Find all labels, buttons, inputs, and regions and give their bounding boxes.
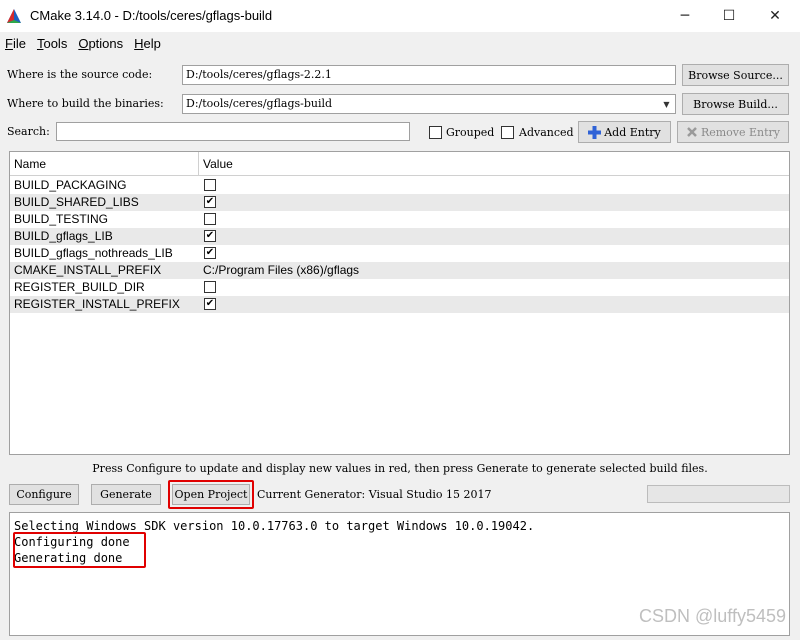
table-row[interactable]: BUILD_TESTING <box>10 211 789 228</box>
browse-source-button[interactable]: Browse Source... <box>682 64 789 86</box>
search-input[interactable] <box>56 122 410 141</box>
menu-help[interactable]: Help <box>129 36 167 51</box>
remove-entry-label: Remove Entry <box>700 125 781 139</box>
add-entry-label: Add Entry <box>604 125 661 139</box>
close-button[interactable]: ✕ <box>752 0 798 32</box>
minimize-icon: ─ <box>680 8 690 24</box>
unchecked-checkbox[interactable] <box>204 281 216 293</box>
source-path-input[interactable]: D:/tools/ceres/gflags-2.2.1 <box>182 65 676 85</box>
checked-checkbox[interactable]: ✔ <box>204 230 216 242</box>
menu-options[interactable]: Options <box>73 36 129 51</box>
highlight-box-output <box>13 532 146 568</box>
table-row[interactable]: BUILD_gflags_LIB ✔ <box>10 228 789 245</box>
grouped-checkbox[interactable] <box>429 126 442 139</box>
menu-tools[interactable]: Tools <box>32 36 73 51</box>
unchecked-checkbox[interactable] <box>204 179 216 191</box>
table-header: Name Value <box>10 152 789 176</box>
title-bar: CMake 3.14.0 - D:/tools/ceres/gflags-bui… <box>0 0 800 32</box>
remove-icon <box>687 127 697 137</box>
current-generator-text: Current Generator: Visual Studio 15 2017 <box>257 488 492 501</box>
column-header-value[interactable]: Value <box>199 152 789 176</box>
menu-tools-label: Tools <box>36 35 68 51</box>
cmake-logo-icon <box>7 9 21 23</box>
variable-name: BUILD_PACKAGING <box>14 178 127 192</box>
table-row[interactable]: REGISTER_BUILD_DIR <box>10 279 789 296</box>
close-icon: ✕ <box>769 8 781 24</box>
build-path-combobox[interactable]: D:/tools/ceres/gflags-build ▼ <box>182 94 676 114</box>
unchecked-checkbox[interactable] <box>204 213 216 225</box>
checked-checkbox[interactable]: ✔ <box>204 298 216 310</box>
column-header-name[interactable]: Name <box>10 152 199 176</box>
highlight-box-open-project <box>168 480 254 509</box>
browse-build-button[interactable]: Browse Build... <box>682 93 789 115</box>
cache-variables-table: Name Value BUILD_PACKAGING BUILD_SHARED_L… <box>9 151 790 455</box>
advanced-checkbox[interactable] <box>501 126 514 139</box>
variable-name: REGISTER_INSTALL_PREFIX <box>14 297 180 311</box>
checked-checkbox[interactable]: ✔ <box>204 247 216 259</box>
build-path-value: D:/tools/ceres/gflags-build <box>186 97 333 110</box>
variable-name: BUILD_TESTING <box>14 212 109 226</box>
build-label: Where to build the binaries: <box>7 97 164 110</box>
menu-file-label: File <box>5 35 26 51</box>
source-label: Where is the source code: <box>7 68 153 81</box>
window-title: CMake 3.14.0 - D:/tools/ceres/gflags-bui… <box>30 8 273 23</box>
minimize-button[interactable]: ─ <box>662 0 708 32</box>
table-row[interactable]: CMAKE_INSTALL_PREFIX C:/Program Files (x8… <box>10 262 789 279</box>
variable-name: CMAKE_INSTALL_PREFIX <box>14 263 162 277</box>
variable-name: BUILD_gflags_nothreads_LIB <box>14 246 173 260</box>
variable-value[interactable]: C:/Program Files (x86)/gflags <box>203 263 359 277</box>
progress-bar <box>647 485 790 503</box>
grouped-label: Grouped <box>446 126 495 139</box>
variable-name: REGISTER_BUILD_DIR <box>14 280 145 294</box>
menu-file[interactable]: File <box>0 36 32 51</box>
generate-button[interactable]: Generate <box>91 484 161 505</box>
table-row[interactable]: BUILD_PACKAGING <box>10 177 789 194</box>
variable-name: BUILD_gflags_LIB <box>14 229 113 243</box>
watermark: CSDN @luffy5459 <box>638 606 786 626</box>
maximize-button[interactable]: ☐ <box>706 0 752 32</box>
checked-checkbox[interactable]: ✔ <box>204 196 216 208</box>
variable-name: BUILD_SHARED_LIBS <box>14 195 139 209</box>
remove-entry-button[interactable]: Remove Entry <box>677 121 789 143</box>
menu-bar: File Tools Options Help <box>0 32 800 54</box>
dropdown-arrow-icon[interactable]: ▼ <box>659 96 674 112</box>
table-row[interactable]: BUILD_gflags_nothreads_LIB ✔ <box>10 245 789 262</box>
menu-help-label: Help <box>134 35 161 51</box>
add-entry-button[interactable]: Add Entry <box>578 121 671 143</box>
advanced-label: Advanced <box>519 126 574 139</box>
search-label: Search: <box>7 125 50 138</box>
table-row[interactable]: REGISTER_INSTALL_PREFIX ✔ <box>10 296 789 313</box>
menu-options-label: Options <box>78 35 124 51</box>
configure-button[interactable]: Configure <box>9 484 79 505</box>
maximize-icon: ☐ <box>722 8 736 24</box>
hint-text: Press Configure to update and display ne… <box>92 462 708 475</box>
table-row[interactable]: BUILD_SHARED_LIBS ✔ <box>10 194 789 211</box>
add-icon <box>588 125 602 139</box>
